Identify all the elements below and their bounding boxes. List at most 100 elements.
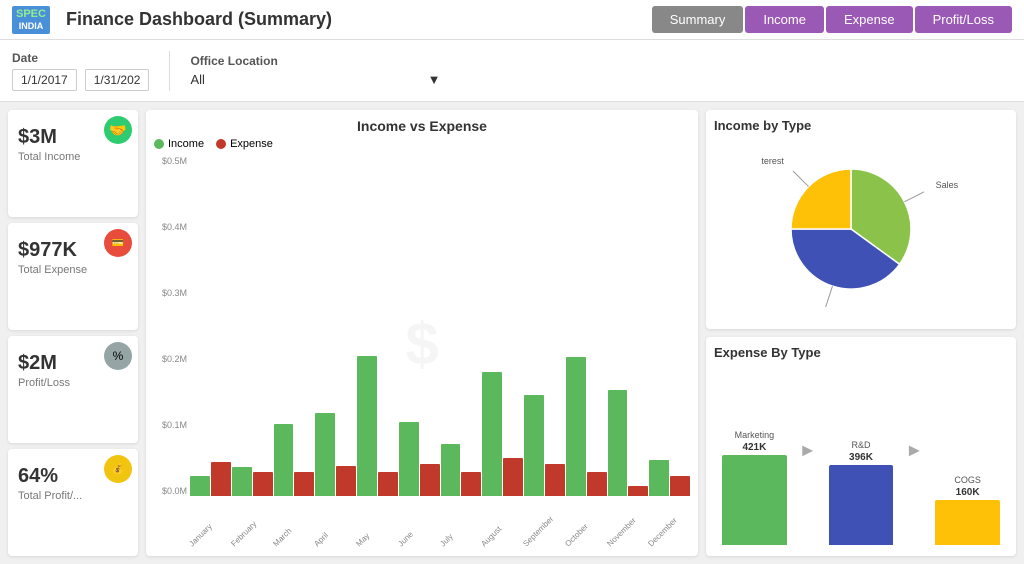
month-group: October	[566, 357, 607, 496]
hbar-arrow: ►	[905, 440, 923, 471]
profit-label: Profit/Loss	[18, 377, 70, 389]
kpi-panel: 🤝 $3M Total Income 💳 $977K Total Expense…	[8, 110, 138, 556]
income-bar	[608, 390, 628, 496]
expense-bar	[378, 472, 398, 496]
income-bar	[315, 413, 335, 496]
logo: SPEC INDIA	[12, 6, 56, 34]
expense-bar	[461, 472, 481, 496]
month-label: October	[563, 513, 598, 548]
filters-row: Date 1/1/2017 1/31/202 Office Location A…	[0, 40, 1024, 102]
y-label: $0.5M	[154, 156, 187, 166]
month-label: April	[313, 513, 348, 548]
income-type-title: Income by Type	[714, 118, 1008, 133]
kpi-income: 🤝 $3M Total Income	[8, 110, 138, 217]
main-content: 🤝 $3M Total Income 💳 $977K Total Expense…	[0, 102, 1024, 564]
pie-container: SalesRevenueInterest	[714, 139, 1008, 318]
income-dot	[154, 139, 164, 149]
location-value: All	[190, 72, 204, 87]
income-by-type-card: Income by Type SalesRevenueInterest	[706, 110, 1016, 329]
date-from[interactable]: 1/1/2017	[12, 69, 77, 91]
hbar-arrow: ►	[799, 440, 817, 471]
hbar-label: COGS	[954, 475, 981, 485]
income-bar	[232, 467, 252, 496]
chevron-down-icon: ▼	[428, 72, 441, 87]
tab-income[interactable]: Income	[745, 6, 824, 33]
hbar-bar	[829, 465, 894, 545]
hbar-container: Marketing421K►R&D396K►COGS160K	[714, 366, 1008, 545]
date-to[interactable]: 1/31/202	[85, 69, 150, 91]
income-value: $3M	[18, 126, 57, 149]
month-label: May	[354, 513, 389, 548]
total-profit-icon: 💰	[104, 455, 132, 483]
expense-type-title: Expense By Type	[714, 345, 1008, 360]
expense-bar	[545, 464, 565, 496]
month-group: May	[357, 356, 398, 496]
profit-value: $2M	[18, 352, 57, 375]
income-bar	[274, 424, 294, 496]
logo-spec: SPEC	[16, 8, 46, 21]
month-label: June	[396, 513, 431, 548]
expense-dot	[216, 139, 226, 149]
month-group: January	[190, 462, 231, 496]
hbar-group: COGS160K	[927, 475, 1008, 545]
profit-icon: %	[104, 342, 132, 370]
income-bar	[399, 422, 419, 496]
logo-box: SPEC INDIA	[12, 6, 50, 34]
date-filter-group: Date 1/1/2017 1/31/202	[12, 51, 149, 91]
expense-label: Total Expense	[18, 264, 87, 276]
income-icon: 🤝	[104, 116, 132, 144]
month-group: July	[441, 444, 482, 496]
page-title: Finance Dashboard (Summary)	[66, 9, 652, 30]
hbar-bar	[722, 455, 787, 545]
expense-icon: 💳	[104, 229, 132, 257]
legend-expense-label: Expense	[230, 138, 273, 150]
income-bar	[566, 357, 586, 496]
y-label: $0.4M	[154, 222, 187, 232]
chart-title: Income vs Expense	[154, 118, 690, 134]
month-label: February	[229, 513, 264, 548]
hbar-group: Marketing421K	[714, 430, 795, 545]
income-bar	[482, 372, 502, 496]
month-group: June	[399, 422, 440, 496]
bar-chart-area: $0.5M$0.4M$0.3M$0.2M$0.1M$0.0MJanuaryFeb…	[154, 156, 690, 531]
pie-chart: SalesRevenueInterest	[761, 149, 961, 309]
expense-bar	[587, 472, 607, 496]
kpi-profit-loss: % $2M Profit/Loss	[8, 336, 138, 443]
nav-tabs: Summary Income Expense Profit/Loss	[652, 6, 1012, 33]
expense-bar	[420, 464, 440, 496]
total-profit-value: 64%	[18, 465, 58, 488]
month-group: November	[608, 390, 649, 496]
y-label: $0.0M	[154, 486, 187, 496]
expense-bar	[336, 466, 356, 496]
expense-by-type-card: Expense By Type Marketing421K►R&D396K►CO…	[706, 337, 1016, 556]
month-group: December	[649, 460, 690, 496]
month-group: August	[482, 372, 523, 496]
income-label: Total Income	[18, 151, 80, 163]
kpi-expense: 💳 $977K Total Expense	[8, 223, 138, 330]
location-label: Office Location	[190, 54, 1012, 68]
expense-bar	[503, 458, 523, 496]
month-label: November	[605, 513, 640, 548]
expense-bar	[628, 486, 648, 496]
hbar-label: Marketing	[735, 430, 775, 440]
y-label: $0.3M	[154, 288, 187, 298]
month-label: September	[521, 513, 556, 548]
location-filter-group: Office Location All ▼	[190, 54, 1012, 87]
logo-india: INDIA	[16, 21, 46, 32]
right-panel: Income by Type SalesRevenueInterest Expe…	[706, 110, 1016, 556]
hbar-group: R&D396K	[821, 440, 902, 545]
income-bar	[441, 444, 461, 496]
tab-summary[interactable]: Summary	[652, 6, 744, 33]
tab-expense[interactable]: Expense	[826, 6, 913, 33]
svg-text:Sales: Sales	[936, 180, 959, 190]
location-select[interactable]: All ▼	[190, 72, 440, 87]
kpi-total-profit: 💰 64% Total Profit/...	[8, 449, 138, 556]
tab-profit-loss[interactable]: Profit/Loss	[915, 6, 1012, 33]
income-vs-expense-chart: Income vs Expense Income Expense $ $0.5M…	[146, 110, 698, 556]
month-group: April	[315, 413, 356, 496]
income-bar	[357, 356, 377, 496]
income-bar	[190, 476, 210, 496]
hbar-label: R&D	[851, 440, 870, 450]
bar-chart: $ $0.5M$0.4M$0.3M$0.2M$0.1M$0.0MJanuaryF…	[154, 156, 690, 531]
date-label: Date	[12, 51, 149, 65]
